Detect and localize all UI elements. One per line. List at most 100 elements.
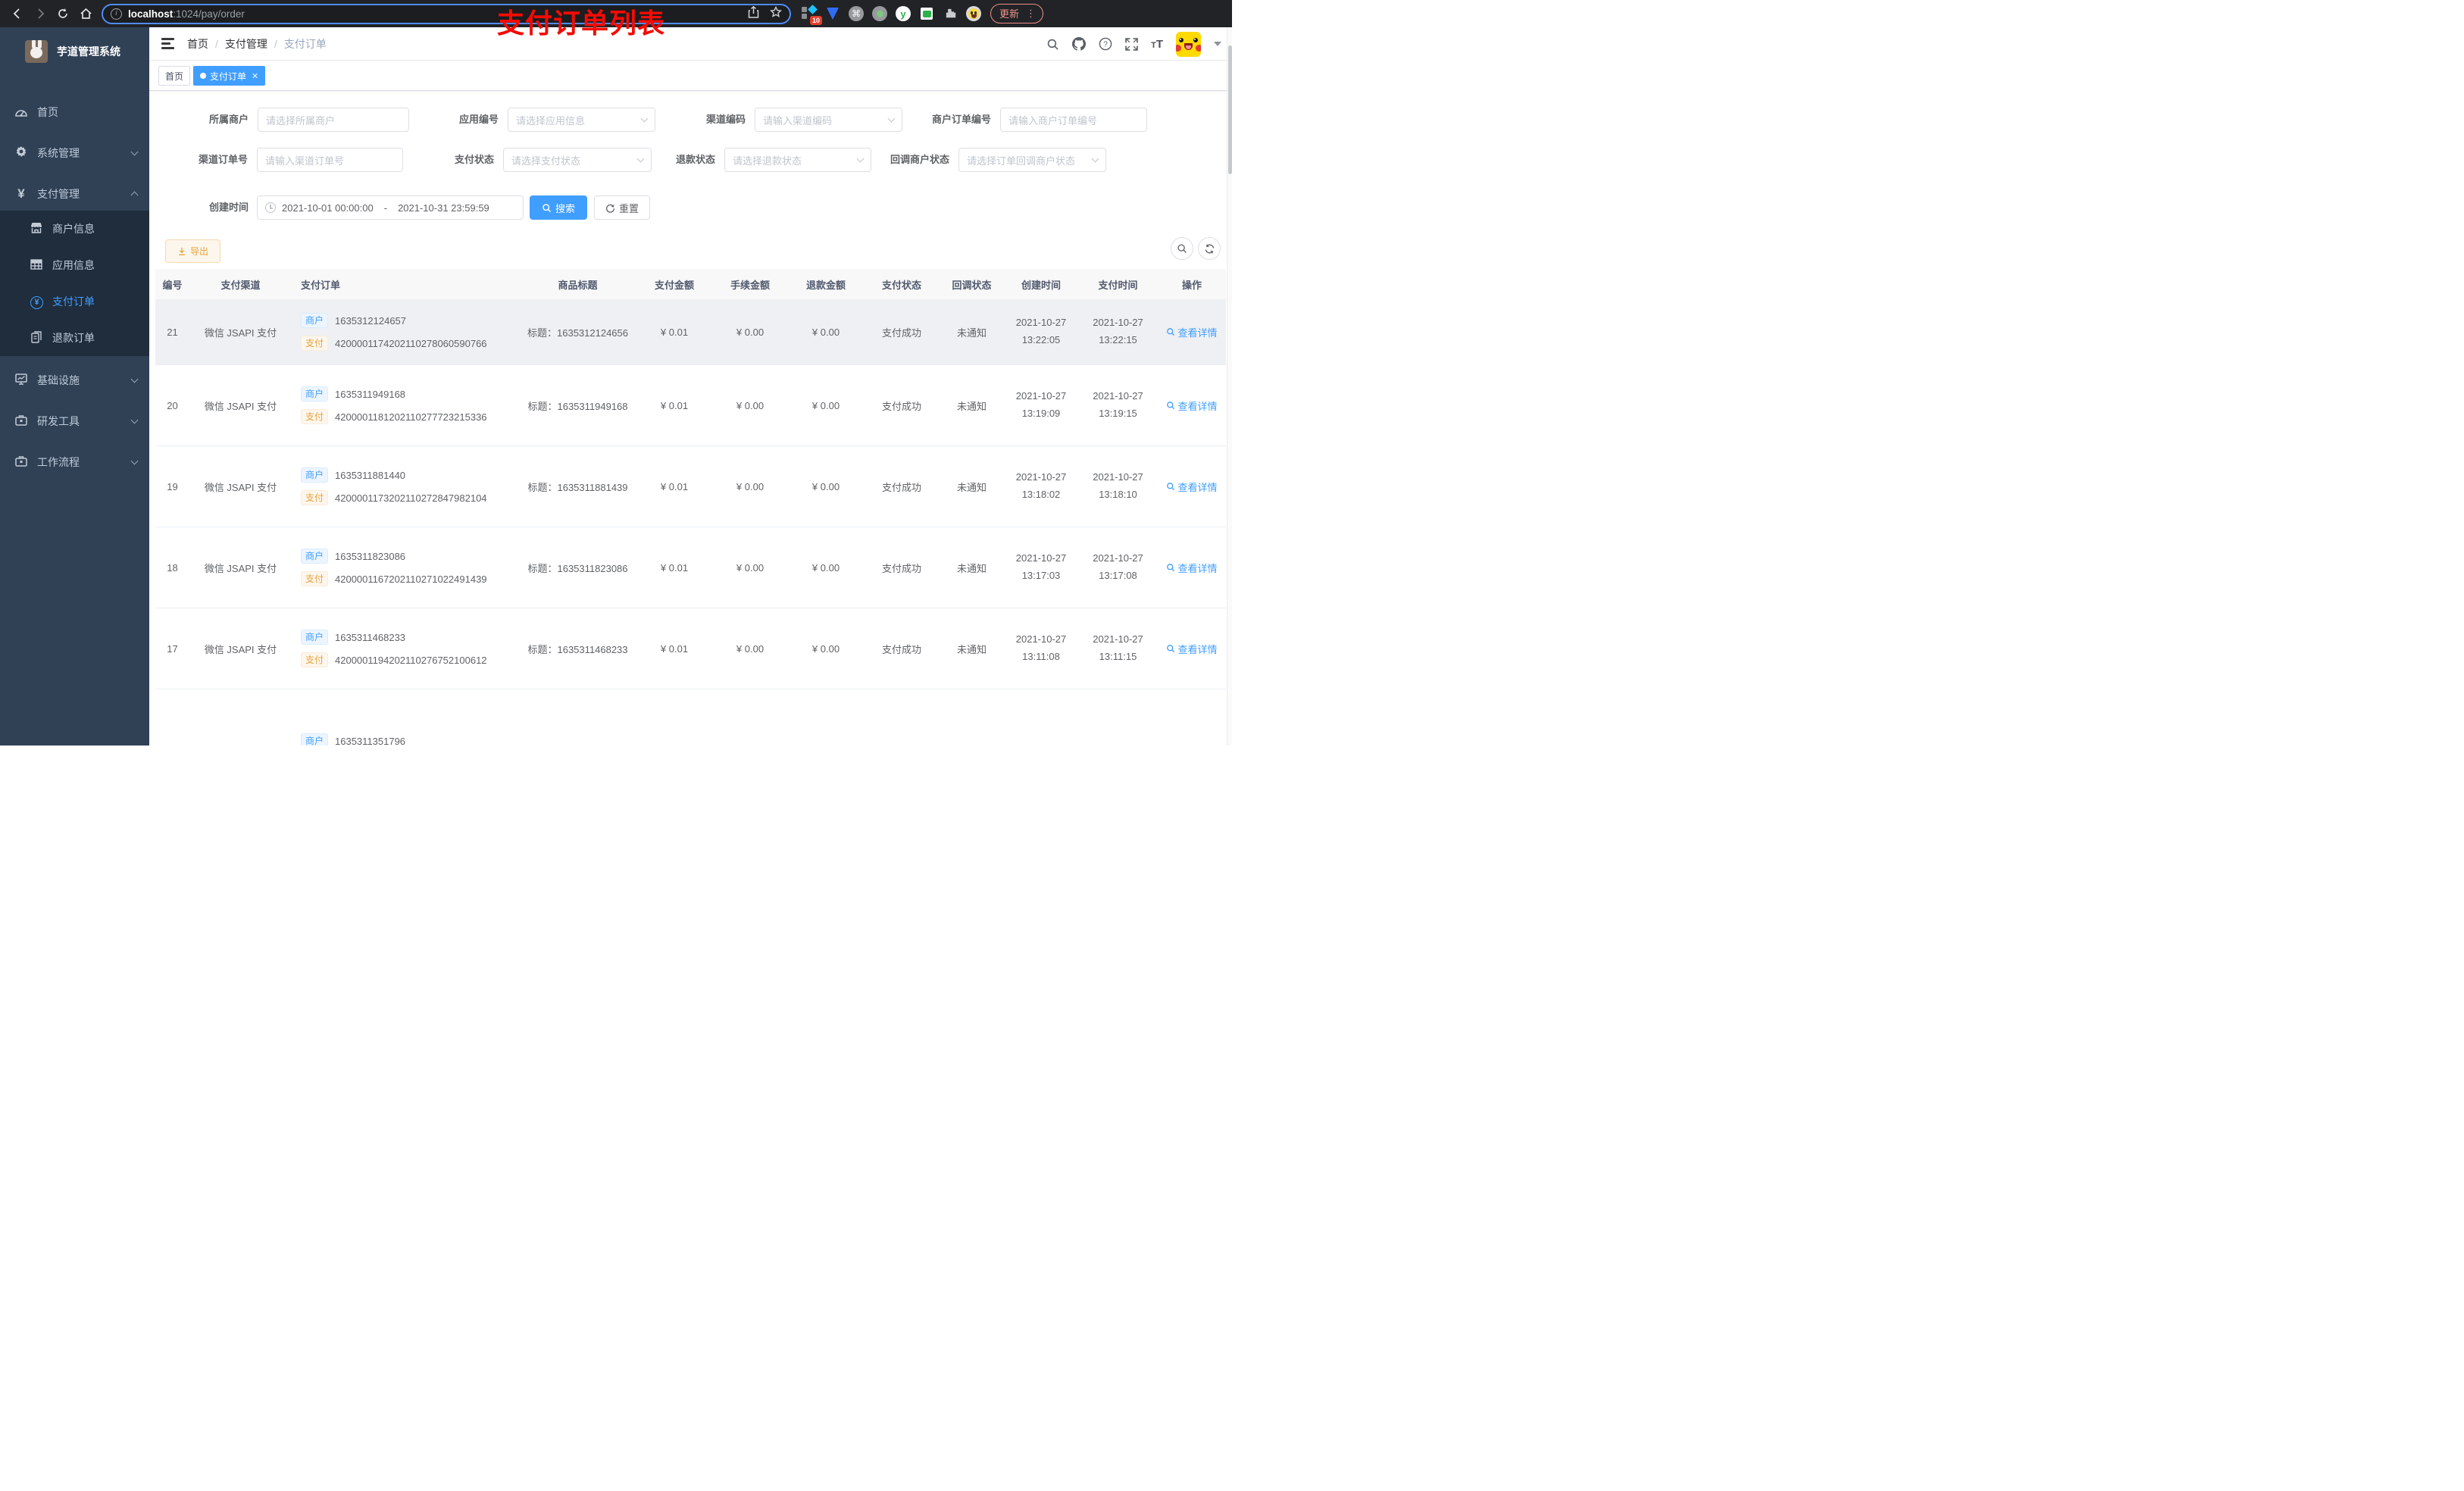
pay-order-cell: 商户 1635311468233 支付 42000011942021102767521… bbox=[292, 630, 519, 667]
column-header: 退款金额 bbox=[805, 279, 846, 291]
user-avatar[interactable] bbox=[1176, 31, 1201, 57]
header-search-icon[interactable] bbox=[1046, 38, 1059, 51]
sidebar-item-系统管理[interactable]: 系统管理 bbox=[0, 133, 149, 173]
toolbox-icon bbox=[15, 414, 27, 428]
sidebar-item-首页[interactable]: 首页 bbox=[0, 92, 149, 133]
view-detail-link[interactable]: 查看详情 bbox=[1166, 561, 1218, 575]
fullscreen-icon[interactable] bbox=[1125, 37, 1138, 51]
browser-menu-icon[interactable]: ⋮ bbox=[1026, 8, 1036, 18]
view-detail-link[interactable]: 查看详情 bbox=[1166, 642, 1218, 656]
action-cell: 查看详情 bbox=[1158, 325, 1226, 339]
merchant-order-no: 1635311823086 bbox=[335, 550, 406, 562]
sidebar-item-工作流程[interactable]: 工作流程 bbox=[0, 442, 149, 483]
pay-channel: 微信 JSAPI 支付 bbox=[204, 327, 277, 339]
action-cell: 查看详情 bbox=[1158, 561, 1226, 575]
filter-input-商户订单编号[interactable]: 请输入商户订单编号 bbox=[1000, 108, 1147, 132]
sidebar-toggle-icon[interactable] bbox=[161, 38, 174, 49]
create-time: 2021-10-27 13:22:05 bbox=[1015, 317, 1067, 345]
table-row-partial[interactable]: 商户 1635311351796 bbox=[155, 689, 1226, 746]
pay-channel: 微信 JSAPI 支付 bbox=[204, 400, 277, 412]
profile-emoji-icon[interactable] bbox=[966, 6, 981, 21]
filter-select-回调商户状态[interactable]: 请选择订单回调商户状态 bbox=[958, 148, 1106, 172]
sidebar-item-支付管理[interactable]: ¥ 支付管理 bbox=[0, 173, 149, 214]
sidebar-item-支付订单[interactable]: ¥ 支付订单 bbox=[0, 283, 149, 320]
browser-reload-icon[interactable] bbox=[52, 3, 74, 24]
sidebar-item-基础设施[interactable]: 基础设施 bbox=[0, 360, 149, 401]
clock-icon bbox=[265, 202, 276, 213]
sidebar-item-label: 基础设施 bbox=[37, 374, 80, 386]
extension-yuque-icon[interactable]: y bbox=[896, 6, 911, 21]
sidebar-item-退款订单[interactable]: 退款订单 bbox=[0, 320, 149, 356]
merchant-tag: 商户 bbox=[301, 467, 329, 483]
breadcrumb-home[interactable]: 首页 bbox=[187, 36, 208, 52]
merchant-order-no: 1635311468233 bbox=[335, 631, 406, 643]
scrollbar-thumb[interactable] bbox=[1228, 45, 1232, 174]
sidebar-item-研发工具[interactable]: 研发工具 bbox=[0, 401, 149, 442]
refund-amount: ¥ 0.00 bbox=[811, 399, 840, 411]
pay-status: 支付成功 bbox=[881, 562, 921, 574]
pay-order-cell: 商户 1635311949168 支付 42000011812021102777232… bbox=[292, 386, 519, 424]
view-detail-link[interactable]: 查看详情 bbox=[1166, 399, 1218, 413]
sidebar-item-label: 支付订单 bbox=[52, 295, 95, 308]
breadcrumb-pay[interactable]: 支付管理 bbox=[225, 36, 267, 52]
help-icon[interactable]: ? bbox=[1099, 37, 1112, 51]
chevron-down-icon bbox=[130, 375, 139, 383]
chevron-down-icon bbox=[1091, 155, 1099, 162]
pay-order-no: 4200001167202110271022491439 bbox=[335, 573, 487, 585]
extensions-puzzle-icon[interactable] bbox=[943, 6, 958, 21]
sidebar-item-label: 工作流程 bbox=[37, 456, 80, 468]
table-row[interactable]: 18 微信 JSAPI 支付 商户 1635311823086 支付 4200001167… bbox=[155, 527, 1226, 608]
page-annotation-title: 支付订单列表 bbox=[496, 8, 665, 39]
logo-image bbox=[25, 40, 48, 63]
pay-order-no: 4200001174202110278060590766 bbox=[335, 337, 487, 349]
browser-update-button[interactable]: 更新 ⋮ bbox=[990, 4, 1044, 23]
tab-pay-order[interactable]: 支付订单 ✕ bbox=[193, 66, 266, 86]
svg-text:?: ? bbox=[1103, 41, 1108, 49]
toggle-search-button[interactable] bbox=[1171, 237, 1193, 260]
pay-time: 2021-10-27 13:22:15 bbox=[1093, 317, 1143, 345]
tab-home[interactable]: 首页 bbox=[158, 66, 191, 86]
create-time: 2021-10-27 13:17:03 bbox=[1015, 552, 1067, 581]
close-tab-icon[interactable]: ✕ bbox=[252, 71, 258, 81]
table-row[interactable]: 20 微信 JSAPI 支付 商户 1635311949168 支付 4200001181… bbox=[155, 365, 1226, 446]
page-scrollbar[interactable] bbox=[1227, 27, 1232, 746]
extension-kite-icon[interactable] bbox=[825, 6, 840, 21]
filter-label: 渠道编码 bbox=[705, 114, 746, 125]
sidebar-item-商户信息[interactable]: 商户信息 bbox=[0, 211, 149, 247]
font-size-icon[interactable]: TT bbox=[1151, 38, 1163, 51]
pay-channel: 微信 JSAPI 支付 bbox=[204, 643, 277, 655]
avatar-dropdown-caret[interactable] bbox=[1214, 42, 1221, 46]
extension-command-icon[interactable]: ⌘ bbox=[849, 6, 864, 21]
table-row[interactable]: 17 微信 JSAPI 支付 商户 1635311468233 支付 4200001194… bbox=[155, 608, 1226, 689]
browser-forward-icon[interactable] bbox=[29, 3, 52, 24]
extension-chat-icon[interactable] bbox=[919, 6, 934, 21]
view-detail-link[interactable]: 查看详情 bbox=[1166, 325, 1218, 339]
browser-back-icon[interactable] bbox=[6, 3, 29, 24]
site-info-icon[interactable]: i bbox=[111, 8, 122, 20]
table-header-row: 编号 支付渠道 支付订单 商品标题 支付金额 手续金额 退款金额 支付状态 回调状态 创建时间 支付… bbox=[155, 269, 1226, 299]
sidebar-item-应用信息[interactable]: 应用信息 bbox=[0, 247, 149, 283]
fee-amount: ¥ 0.00 bbox=[736, 480, 765, 492]
logo[interactable]: 芋道管理系统 bbox=[0, 32, 149, 71]
export-button[interactable]: 导出 bbox=[165, 239, 220, 263]
table-row[interactable]: 19 微信 JSAPI 支付 商户 1635311881440 支付 4200001173… bbox=[155, 446, 1226, 527]
filter-label: 所属商户 bbox=[208, 114, 249, 125]
pay-amount: ¥ 0.01 bbox=[660, 561, 689, 574]
navbar-actions: ? TT bbox=[1046, 27, 1221, 61]
create-time-range-input[interactable]: 2021-10-01 00:00:00 - 2021-10-31 23:59:5… bbox=[257, 195, 524, 220]
view-detail-link[interactable]: 查看详情 bbox=[1166, 480, 1218, 494]
pay-tag: 支付 bbox=[301, 571, 329, 586]
reset-button[interactable]: 重置 bbox=[594, 195, 650, 220]
notify-status: 未通知 bbox=[956, 400, 987, 412]
shop-icon bbox=[30, 222, 42, 236]
extension-dot-icon[interactable] bbox=[872, 6, 887, 21]
search-button[interactable]: 搜索 bbox=[530, 195, 587, 220]
action-cell: 查看详情 bbox=[1158, 642, 1226, 656]
refresh-table-button[interactable] bbox=[1198, 237, 1221, 260]
pay-order-no: 4200001194202110276752100612 bbox=[335, 654, 487, 666]
table-row[interactable]: 21 微信 JSAPI 支付 商户 1635312124657 支付 4200001174… bbox=[155, 299, 1226, 365]
sidebar: 芋道管理系统 首页 系统管理 ¥ 支付管理 商户信息 应用信息 ¥ 支付订单 退款订单基础设施研… bbox=[0, 27, 149, 746]
column-header: 手续金额 bbox=[730, 279, 770, 291]
browser-home-icon[interactable] bbox=[74, 3, 97, 24]
github-icon[interactable] bbox=[1072, 37, 1087, 51]
